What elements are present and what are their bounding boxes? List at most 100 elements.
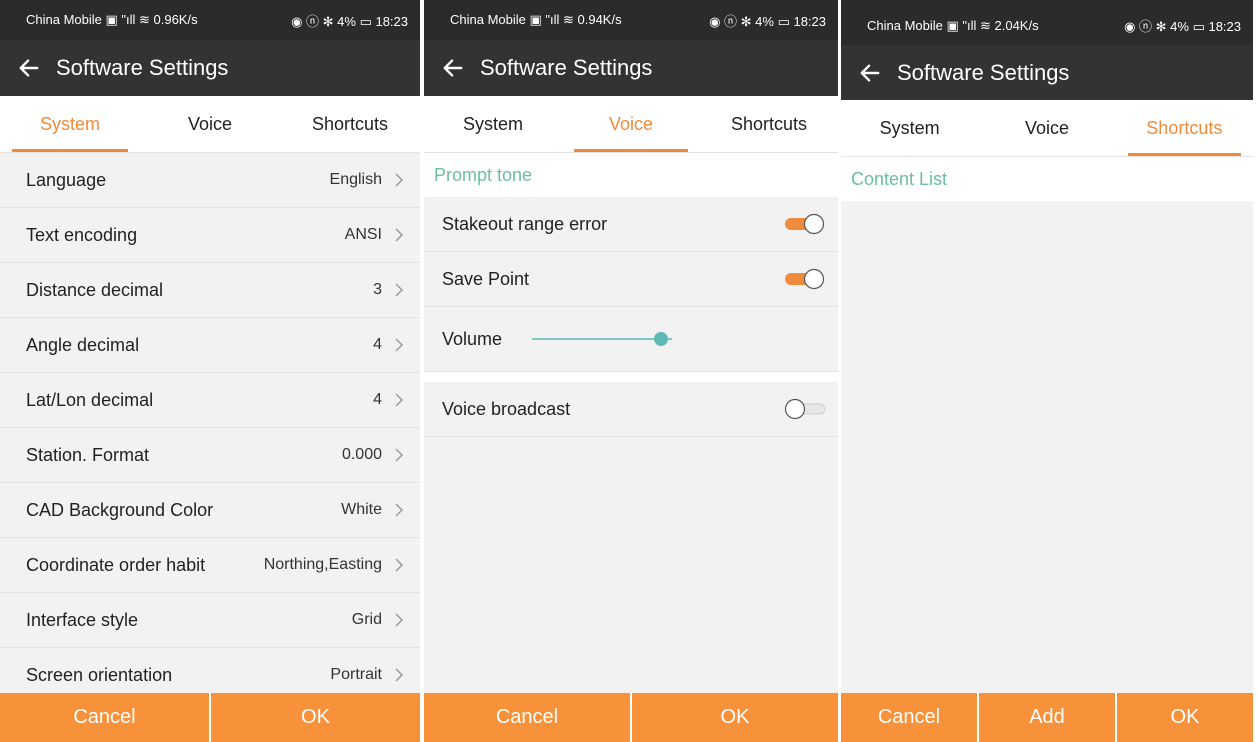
settings-list: Language English Text encoding ANSI Distance…	[0, 153, 420, 703]
tab-voice[interactable]: Voice	[978, 100, 1115, 156]
ok-button[interactable]: OK	[209, 693, 420, 742]
chevron-right-icon	[395, 668, 404, 682]
volume-row: Volume	[424, 307, 838, 372]
setting-value: 0.000	[341, 446, 382, 463]
cancel-button[interactable]: Cancel	[841, 693, 977, 742]
chevron-right-icon	[395, 558, 404, 572]
volume-knob[interactable]	[653, 332, 668, 346]
chevron-right-icon	[395, 613, 404, 627]
back-arrow-icon[interactable]	[442, 57, 464, 79]
page-title: Software Settings	[897, 59, 1070, 85]
chevron-right-icon	[395, 393, 404, 407]
stakeout-range-error-row: Stakeout range error	[424, 197, 838, 252]
settings-row[interactable]: Language English	[0, 153, 420, 208]
setting-label: CAD Background Color	[26, 499, 214, 520]
tab-bar: System Voice Shortcuts	[841, 100, 1253, 157]
chevron-right-icon	[395, 338, 404, 352]
status-right: ◉ ⓝ ✻ 4% ▭ 18:23	[709, 13, 826, 29]
app-bar: Software Settings	[0, 40, 420, 96]
voice-settings-screen: China Mobile ▣ "ıll ≋ 0.94K/s ◉ ⓝ ✻ 4% ▭…	[424, 0, 838, 742]
save-point-toggle[interactable]	[784, 268, 826, 290]
settings-row[interactable]: Interface style Grid	[0, 593, 420, 648]
setting-value: Portrait	[330, 666, 382, 683]
setting-label: Screen orientation	[26, 664, 173, 685]
cancel-button[interactable]: Cancel	[0, 693, 209, 742]
status-right: ◉ ⓝ ✻ 4% ▭ 18:23	[1124, 19, 1241, 34]
status-right: ◉ ⓝ ✻ 4% ▭ 18:23	[291, 13, 408, 29]
tab-shortcuts[interactable]: Shortcuts	[1116, 100, 1253, 156]
settings-row[interactable]: Coordinate order habit Northing,Easting	[0, 538, 420, 593]
tab-system[interactable]: System	[0, 96, 140, 152]
ok-button[interactable]: OK	[630, 693, 838, 742]
settings-row[interactable]: Angle decimal 4	[0, 318, 420, 373]
settings-row[interactable]: Text encoding ANSI	[0, 208, 420, 263]
status-bar: China Mobile ▣ "ıll ≋ 2.04K/s ◉ ⓝ ✻ 4% ▭…	[841, 0, 1253, 45]
shortcuts-settings-screen: China Mobile ▣ "ıll ≋ 2.04K/s ◉ ⓝ ✻ 4% ▭…	[841, 0, 1253, 742]
system-settings-screen: China Mobile ▣ "ıll ≋ 0.96K/s ◉ ⓝ ✻ 4% ▭…	[0, 0, 420, 742]
content-list-header: Content List	[841, 157, 1253, 201]
settings-row[interactable]: Lat/Lon decimal 4	[0, 373, 420, 428]
add-button[interactable]: Add	[977, 693, 1115, 742]
voice-broadcast-toggle[interactable]	[784, 398, 826, 420]
toggle-knob	[803, 213, 825, 235]
status-left: China Mobile ▣ "ıll ≋ 0.96K/s	[26, 12, 198, 27]
tab-shortcuts[interactable]: Shortcuts	[700, 96, 838, 152]
setting-value: ANSI	[344, 226, 382, 243]
status-left: China Mobile ▣ "ıll ≋ 0.94K/s	[450, 12, 622, 27]
prompt-tone-header: Prompt tone	[424, 153, 838, 197]
setting-value: Northing,Easting	[263, 556, 382, 573]
tab-bar: System Voice Shortcuts	[0, 96, 420, 153]
settings-row[interactable]: CAD Background Color White	[0, 483, 420, 538]
save-point-label: Save Point	[442, 268, 530, 289]
chevron-right-icon	[395, 228, 404, 242]
status-left: China Mobile ▣ "ıll ≋ 2.04K/s	[867, 17, 1039, 33]
setting-label: Text encoding	[26, 224, 138, 245]
tab-system[interactable]: System	[841, 100, 978, 156]
chevron-right-icon	[395, 448, 404, 462]
status-bar: China Mobile ▣ "ıll ≋ 0.94K/s ◉ ⓝ ✻ 4% ▭…	[424, 0, 838, 40]
tab-bar: System Voice Shortcuts	[424, 96, 838, 153]
chevron-right-icon	[395, 503, 404, 517]
setting-value: White	[341, 501, 382, 518]
chevron-right-icon	[395, 173, 404, 187]
settings-row[interactable]: Station. Format 0.000	[0, 428, 420, 483]
toggle-knob	[784, 398, 806, 420]
bottom-bar: Cancel OK	[0, 693, 420, 742]
bottom-bar: Cancel OK	[424, 693, 838, 742]
save-point-row: Save Point	[424, 252, 838, 307]
setting-label: Distance decimal	[26, 279, 164, 300]
setting-label: Coordinate order habit	[26, 554, 206, 575]
ok-button[interactable]: OK	[1115, 693, 1253, 742]
tab-voice[interactable]: Voice	[140, 96, 280, 152]
setting-value: 4	[373, 391, 382, 408]
divider	[424, 372, 838, 382]
stakeout-range-error-toggle[interactable]	[784, 213, 826, 235]
back-arrow-icon[interactable]	[18, 57, 40, 79]
voice-broadcast-label: Voice broadcast	[442, 398, 571, 419]
page-title: Software Settings	[480, 55, 653, 80]
setting-label: Lat/Lon decimal	[26, 389, 154, 410]
voice-broadcast-row: Voice broadcast	[424, 382, 838, 437]
stakeout-range-error-label: Stakeout range error	[442, 213, 608, 234]
toggle-knob	[803, 268, 825, 290]
setting-label: Station. Format	[26, 444, 150, 465]
page-title: Software Settings	[56, 55, 229, 80]
status-bar: China Mobile ▣ "ıll ≋ 0.96K/s ◉ ⓝ ✻ 4% ▭…	[0, 0, 420, 40]
tab-system[interactable]: System	[424, 96, 562, 152]
chevron-right-icon	[395, 283, 404, 297]
setting-value: 4	[373, 336, 382, 353]
tab-voice[interactable]: Voice	[562, 96, 700, 152]
tab-shortcuts[interactable]: Shortcuts	[280, 96, 420, 152]
setting-label: Interface style	[26, 609, 139, 630]
volume-slider[interactable]	[532, 329, 673, 349]
setting-label: Language	[26, 169, 107, 190]
back-arrow-icon[interactable]	[859, 62, 881, 84]
app-bar: Software Settings	[841, 45, 1253, 100]
setting-value: English	[329, 171, 382, 188]
volume-track	[532, 338, 673, 340]
bottom-bar: Cancel Add OK	[841, 693, 1253, 742]
app-bar: Software Settings	[424, 40, 838, 96]
volume-label: Volume	[442, 328, 503, 349]
cancel-button[interactable]: Cancel	[424, 693, 630, 742]
settings-row[interactable]: Distance decimal 3	[0, 263, 420, 318]
